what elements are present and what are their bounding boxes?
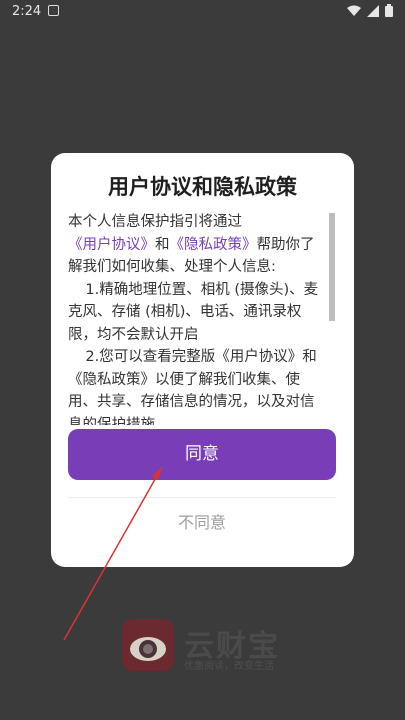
user-agreement-link[interactable]: 《用户协议》 [68, 237, 155, 253]
privacy-policy-link[interactable]: 《隐私政策》 [170, 237, 257, 253]
intro-and: 和 [155, 236, 170, 253]
battery-icon [385, 4, 393, 17]
divider [68, 497, 336, 498]
app-slogan: 优惠阅读，改变生活 [184, 661, 274, 672]
agree-button[interactable]: 同意 [68, 429, 336, 480]
intro-prefix: 本个人信息保护指引将通过 [68, 214, 242, 230]
cloud-camera-icon [130, 637, 166, 661]
dialog-title: 用户协议和隐私政策 [108, 175, 297, 199]
status-bar: 2:24 [0, 0, 405, 24]
content-item-1: 1.精确地理位置、相机 (摄像头)、麦克风、存储 (相机)、电话、通讯录权限，均… [68, 281, 319, 343]
disagree-button[interactable]: 不同意 [68, 503, 336, 543]
intro-paragraph: 本个人信息保护指引将通过《用户协议》和《隐私政策》帮助你了解我们如何收集、处理个… [68, 211, 326, 279]
content-item-2: 2.您可以查看完整版《用户协议》和《隐私政策》以便了解我们收集、使用、共享、存储… [68, 349, 317, 425]
dialog-content[interactable]: 本个人信息保护指引将通过《用户协议》和《隐私政策》帮助你了解我们如何收集、处理个… [68, 211, 326, 425]
status-icons [347, 4, 393, 17]
notification-icon [48, 5, 59, 16]
app-brand: 云财宝 优惠阅读，改变生活 [122, 619, 292, 674]
privacy-dialog: 用户协议和隐私政策 本个人信息保护指引将通过《用户协议》和《隐私政策》帮助你了解… [51, 153, 354, 567]
wifi-icon [347, 5, 361, 16]
app-logo [122, 619, 174, 671]
status-time: 2:24 [12, 4, 42, 19]
signal-icon [367, 4, 379, 17]
content-scrollbar[interactable] [329, 213, 335, 321]
